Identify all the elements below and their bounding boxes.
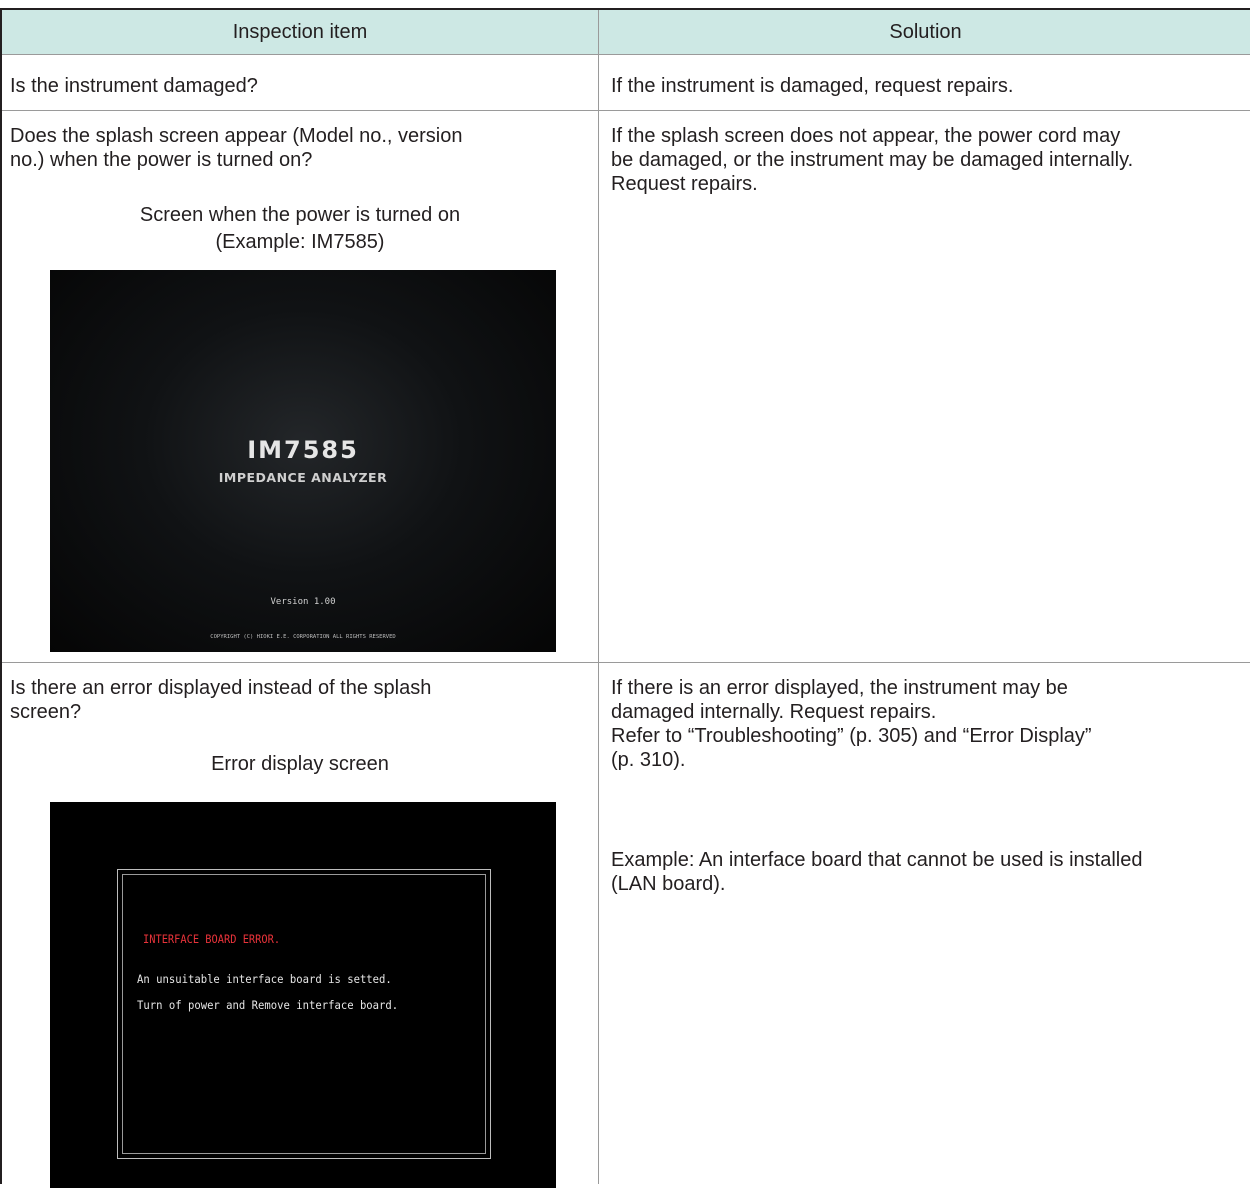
row2-caption-line2: (Example: IM7585) xyxy=(215,231,385,253)
row3-solution-line1: If there is an error displayed, the inst… xyxy=(611,677,1068,699)
row2-solution-line1: If the splash screen does not appear, th… xyxy=(611,125,1121,147)
row3-solution-line4: (p. 310). xyxy=(611,749,686,771)
row2-solution-line3: Request repairs. xyxy=(611,173,758,195)
row1-item: Is the instrument damaged? xyxy=(10,75,258,97)
error-message-line1: An unsuitable interface board is setted. xyxy=(137,972,392,986)
splash-subtitle: IMPEDANCE ANALYZER xyxy=(218,470,388,485)
row-divider xyxy=(2,662,1250,663)
splash-screen-image: IM7585 IMPEDANCE ANALYZER Version 1.00 C… xyxy=(50,270,556,652)
header-inspection-item: Inspection item xyxy=(232,21,368,43)
column-divider xyxy=(598,10,599,1184)
row3-solution-line2: damaged internally. Request repairs. xyxy=(611,701,937,723)
error-dialog-inner-frame xyxy=(122,874,486,1154)
header-solution: Solution xyxy=(889,21,962,43)
row3-example-line2: (LAN board). xyxy=(611,873,726,895)
splash-copyright: COPYRIGHT (C) HIOKI E.E. CORPORATION ALL… xyxy=(210,634,396,640)
splash-model: IM7585 xyxy=(247,436,359,464)
splash-version: Version 1.00 xyxy=(270,597,336,607)
row-divider xyxy=(2,110,1250,111)
inspection-table: Inspection item Solution Is the instrume… xyxy=(0,8,1250,1188)
error-title: INTERFACE BOARD ERROR. xyxy=(143,932,281,946)
row1-solution: If the instrument is damaged, request re… xyxy=(611,75,1014,97)
error-message-line2: Turn of power and Remove interface board… xyxy=(137,998,399,1012)
row3-item-line1: Is there an error displayed instead of t… xyxy=(10,677,432,699)
error-screen-image: INTERFACE BOARD ERROR. An unsuitable int… xyxy=(50,802,556,1188)
table-header: Inspection item Solution xyxy=(2,10,1250,55)
row2-item-line2: no.) when the power is turned on? xyxy=(10,149,313,171)
row3-caption: Error display screen xyxy=(211,753,389,775)
row3-solution-line3: Refer to “Troubleshooting” (p. 305) and … xyxy=(611,725,1092,747)
row2-solution-line2: be damaged, or the instrument may be dam… xyxy=(611,149,1134,171)
error-dialog-frame xyxy=(117,869,491,1159)
row2-caption-line1: Screen when the power is turned on xyxy=(139,204,461,226)
row3-example-line1: Example: An interface board that cannot … xyxy=(611,849,1143,871)
row3-item-line2: screen? xyxy=(10,701,82,723)
row2-item-line1: Does the splash screen appear (Model no.… xyxy=(10,125,463,147)
